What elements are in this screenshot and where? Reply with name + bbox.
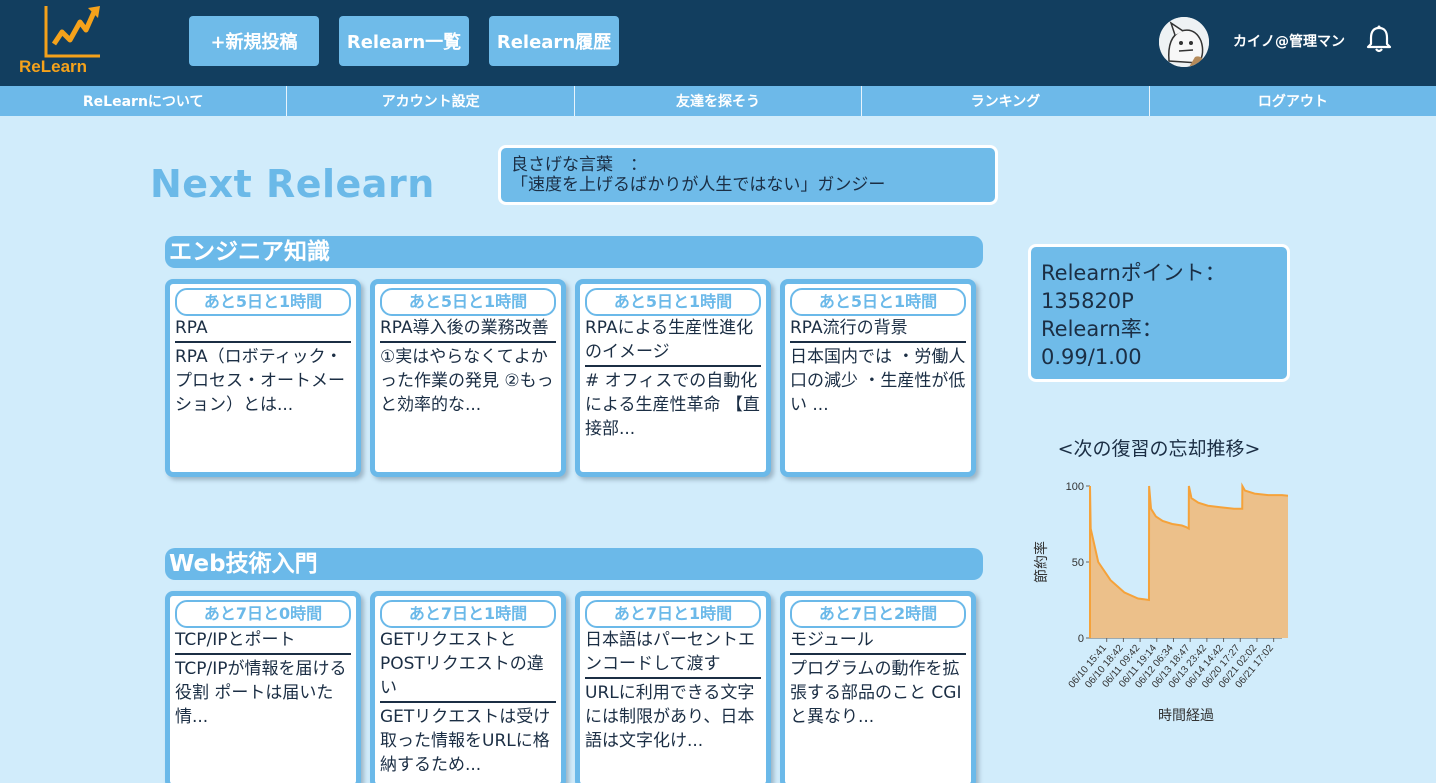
countdown-badge: あと5日と1時間 <box>380 288 556 316</box>
bell-icon[interactable] <box>1366 25 1392 53</box>
card-body: TCP/IPが情報を届ける役割 ポートは届いた情... <box>175 659 347 727</box>
relearn-card[interactable]: あと7日と1時間 GETリクエストとPOSTリクエストの違い GETリクエストは… <box>370 591 566 783</box>
page-title: Next Relearn <box>150 162 435 206</box>
user-name[interactable]: カイノ@管理マン <box>1233 31 1345 51</box>
relearn-card[interactable]: あと5日と1時間 RPAによる生産性進化のイメージ # オフィスでの自動化による… <box>575 279 771 477</box>
card-title: RPA <box>175 316 351 343</box>
card-body: RPA（ロボティック・プロセス・オートメーション）とは... <box>175 347 345 415</box>
relearn-card[interactable]: あと5日と1時間 RPA流行の背景 日本国内では ・労働人口の減少 ・生産性が低… <box>780 279 976 477</box>
countdown-badge: あと5日と1時間 <box>790 288 966 316</box>
relearn-card[interactable]: あと5日と1時間 RPA RPA（ロボティック・プロセス・オートメーション）とは… <box>165 279 361 477</box>
new-post-button[interactable]: +新規投稿 <box>189 16 319 66</box>
card-title: 日本語はパーセントエンコードして渡す <box>585 628 761 679</box>
quote-label: 良さげな言葉 ： <box>511 155 647 175</box>
y-tick-label: 50 <box>1072 557 1084 569</box>
card-body: 日本国内では ・労働人口の減少 ・生産性が低い ... <box>790 347 966 415</box>
forgetting-curve-chart: 05010006/10 15:4106/10 18:4206/11 09:420… <box>1033 481 1288 724</box>
card-body: ①実はやらなくてよかった作業の発見 ②もっと効率的な... <box>380 347 554 415</box>
y-tick-label: 0 <box>1078 633 1084 645</box>
card-title: RPAによる生産性進化のイメージ <box>585 316 761 367</box>
section-header-engineer: エンジニア知識 <box>165 236 983 268</box>
countdown-badge: あと7日と1時間 <box>585 600 761 628</box>
relearn-list-button[interactable]: Relearn一覧 <box>339 16 469 66</box>
relearn-card[interactable]: あと7日と2時間 モジュール プログラムの動作を拡張する部品のこと CGIと異な… <box>780 591 976 783</box>
card-title: RPA導入後の業務改善 <box>380 316 556 343</box>
card-title: TCP/IPとポート <box>175 628 351 655</box>
nav-logout[interactable]: ログアウト <box>1150 86 1436 116</box>
nav-account-settings[interactable]: アカウント設定 <box>287 86 575 116</box>
countdown-badge: あと5日と1時間 <box>585 288 761 316</box>
relearn-history-button[interactable]: Relearn履歴 <box>489 16 619 66</box>
countdown-badge: あと7日と2時間 <box>790 600 966 628</box>
rate-value: 0.99/1.00 <box>1041 345 1142 369</box>
y-tick-label: 100 <box>1066 481 1084 493</box>
y-axis-label: 節約率 <box>1033 541 1050 583</box>
card-title: モジュール <box>790 628 966 655</box>
quote-box: 良さげな言葉 ： 「速度を上げるばかりが人生ではない」ガンジー <box>498 145 998 205</box>
top-bar: ReLearn +新規投稿 Relearn一覧 Relearn履歴 カイノ@管理… <box>0 0 1436 86</box>
nav-ranking[interactable]: ランキング <box>862 86 1150 116</box>
countdown-badge: あと5日と1時間 <box>175 288 351 316</box>
relearn-card[interactable]: あと5日と1時間 RPA導入後の業務改善 ①実はやらなくてよかった作業の発見 ②… <box>370 279 566 477</box>
countdown-badge: あと7日と0時間 <box>175 600 351 628</box>
user-avatar[interactable] <box>1159 17 1209 67</box>
sub-navigation: ReLearnについて アカウント設定 友達を探そう ランキング ログアウト <box>0 86 1436 116</box>
relearn-logo[interactable]: ReLearn <box>18 4 104 76</box>
nav-about[interactable]: ReLearnについて <box>0 86 288 116</box>
card-body: プログラムの動作を拡張する部品のこと CGIと異なり... <box>790 659 962 727</box>
nav-find-friends[interactable]: 友達を探そう <box>575 86 863 116</box>
section-header-web: Web技術入門 <box>165 548 983 580</box>
points-label: Relearnポイント： <box>1041 261 1226 285</box>
card-body: # オフィスでの自動化による生産性革命 【直接部... <box>585 371 760 439</box>
card-title: GETリクエストとPOSTリクエストの違い <box>380 628 556 703</box>
quote-text: 「速度を上げるばかりが人生ではない」ガンジー <box>511 175 886 195</box>
relearn-card[interactable]: あと7日と1時間 日本語はパーセントエンコードして渡す URLに利用できる文字に… <box>575 591 771 783</box>
card-body: URLに利用できる文字には制限があり、日本語は文字化け... <box>585 683 755 751</box>
rate-label: Relearn率： <box>1041 317 1163 341</box>
chart-title: <次の復習の忘却推移> <box>1057 438 1261 460</box>
points-panel: Relearnポイント： 135820P Relearn率： 0.99/1.00 <box>1028 244 1290 382</box>
relearn-card[interactable]: あと7日と0時間 TCP/IPとポート TCP/IPが情報を届ける役割 ポートは… <box>165 591 361 783</box>
x-axis-label: 時間経過 <box>1158 708 1214 724</box>
countdown-badge: あと7日と1時間 <box>380 600 556 628</box>
logo-text: ReLearn <box>19 57 87 76</box>
card-body: GETリクエストは受け取った情報をURLに格納するため... <box>380 707 551 775</box>
card-title: RPA流行の背景 <box>790 316 966 343</box>
points-value: 135820P <box>1041 289 1134 313</box>
